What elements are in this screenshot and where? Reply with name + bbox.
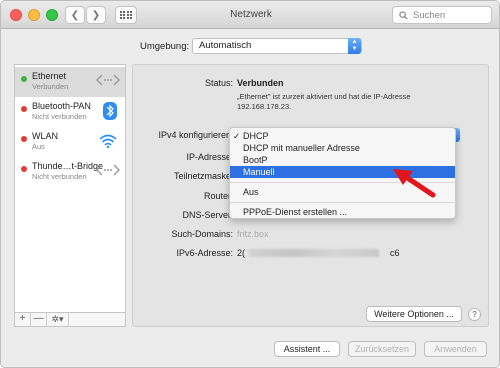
location-select[interactable]: Automatisch ▲ ▼ xyxy=(192,38,362,54)
status-dot-disconnected xyxy=(21,136,27,142)
service-status: Nicht verbunden xyxy=(32,112,87,121)
menu-separator xyxy=(230,202,455,203)
service-item-wlan[interactable]: WLAN Aus xyxy=(15,127,125,157)
service-name: Bluetooth-PAN xyxy=(32,101,91,111)
remove-service-button[interactable]: — xyxy=(31,313,47,326)
bluetooth-icon xyxy=(103,102,117,120)
search-icon xyxy=(399,10,408,20)
status-description-line-1: „Ethernet" ist zurzeit aktiviert und hat… xyxy=(237,92,411,101)
dns-server-label: DNS-Server xyxy=(182,210,231,220)
status-label: Status: xyxy=(204,78,233,88)
ip-address-label: IP-Adresse xyxy=(186,152,231,162)
menu-item-label: PPPoE-Dienst erstellen ... xyxy=(243,207,348,217)
service-item-thunderbolt-bridge[interactable]: Thunde…t-Bridge Nicht verbunden xyxy=(15,157,125,187)
menu-item-create-pppoe[interactable]: PPPoE-Dienst erstellen ... xyxy=(230,206,455,218)
gear-menu-button[interactable]: ✲▾ xyxy=(47,313,69,326)
blurred-ipv6-address xyxy=(249,249,379,257)
wifi-icon xyxy=(99,134,117,148)
ipv6-address-label: IPv6-Adresse: xyxy=(176,248,233,258)
menu-item-dhcp[interactable]: ✓ DHCP xyxy=(230,130,455,142)
checkmark-icon: ✓ xyxy=(233,131,241,141)
status-value: Verbunden xyxy=(237,78,284,88)
assistant-button[interactable]: Assistent ... xyxy=(274,341,340,357)
service-name: Thunde…t-Bridge xyxy=(32,161,104,171)
search-domains-value[interactable]: fritz.box xyxy=(237,229,269,239)
apply-button[interactable]: Anwenden xyxy=(424,341,487,357)
network-preferences-window: ❮ ❯ Netzwerk Suchen Umgebung: Automatisc… xyxy=(0,0,500,368)
select-arrows-icon: ▲ ▼ xyxy=(348,38,361,54)
status-description-line-2: 192.168.178.23. xyxy=(237,102,292,111)
menu-item-label: Aus xyxy=(243,187,259,197)
location-label: Umgebung: xyxy=(140,41,190,52)
router-label: Router xyxy=(203,191,231,201)
status-dot-disconnected xyxy=(21,106,27,112)
ethernet-icon xyxy=(96,164,120,176)
menu-item-label: BootP xyxy=(243,155,268,165)
add-service-button[interactable]: + xyxy=(15,313,31,326)
status-dot-connected xyxy=(21,76,27,82)
status-dot-disconnected xyxy=(21,166,27,172)
ipv6-address-prefix: 2( xyxy=(237,248,246,258)
revert-button[interactable]: Zurücksetzen xyxy=(348,341,416,357)
help-button[interactable]: ? xyxy=(468,308,481,321)
service-list: Ethernet Verbunden Bluetooth-PAN Nicht v… xyxy=(14,64,126,327)
search-field[interactable]: Suchen xyxy=(392,6,492,24)
service-list-toolbar: + — ✲▾ xyxy=(14,312,126,327)
menu-item-label: DHCP xyxy=(243,131,269,141)
service-status: Verbunden xyxy=(32,82,69,91)
more-options-button[interactable]: Weitere Optionen ... xyxy=(366,306,462,322)
ipv6-address-suffix: c6 xyxy=(390,248,400,258)
title-bar: ❮ ❯ Netzwerk Suchen xyxy=(1,1,499,29)
service-item-ethernet[interactable]: Ethernet Verbunden xyxy=(15,67,125,97)
menu-item-label: DHCP mit manueller Adresse xyxy=(243,143,360,153)
service-name: Ethernet xyxy=(32,71,67,81)
service-item-bluetooth-pan[interactable]: Bluetooth-PAN Nicht verbunden xyxy=(15,97,125,127)
search-domains-label: Such-Domains: xyxy=(171,229,233,239)
search-placeholder: Suchen xyxy=(413,9,446,21)
subnet-mask-label: Teilnetzmaske xyxy=(173,171,231,181)
red-arrow-annotation-icon xyxy=(393,169,436,198)
menu-item-label: Manuell xyxy=(243,167,275,177)
ipv4-configure-label: IPv4 konfigurieren xyxy=(158,130,231,140)
service-status: Nicht verbunden xyxy=(32,172,87,181)
ethernet-icon xyxy=(96,74,120,86)
service-status: Aus xyxy=(32,142,45,151)
menu-item-dhcp-manual-address[interactable]: DHCP mit manueller Adresse xyxy=(230,142,455,154)
location-value: Automatisch xyxy=(199,40,252,51)
service-name: WLAN xyxy=(32,131,59,141)
